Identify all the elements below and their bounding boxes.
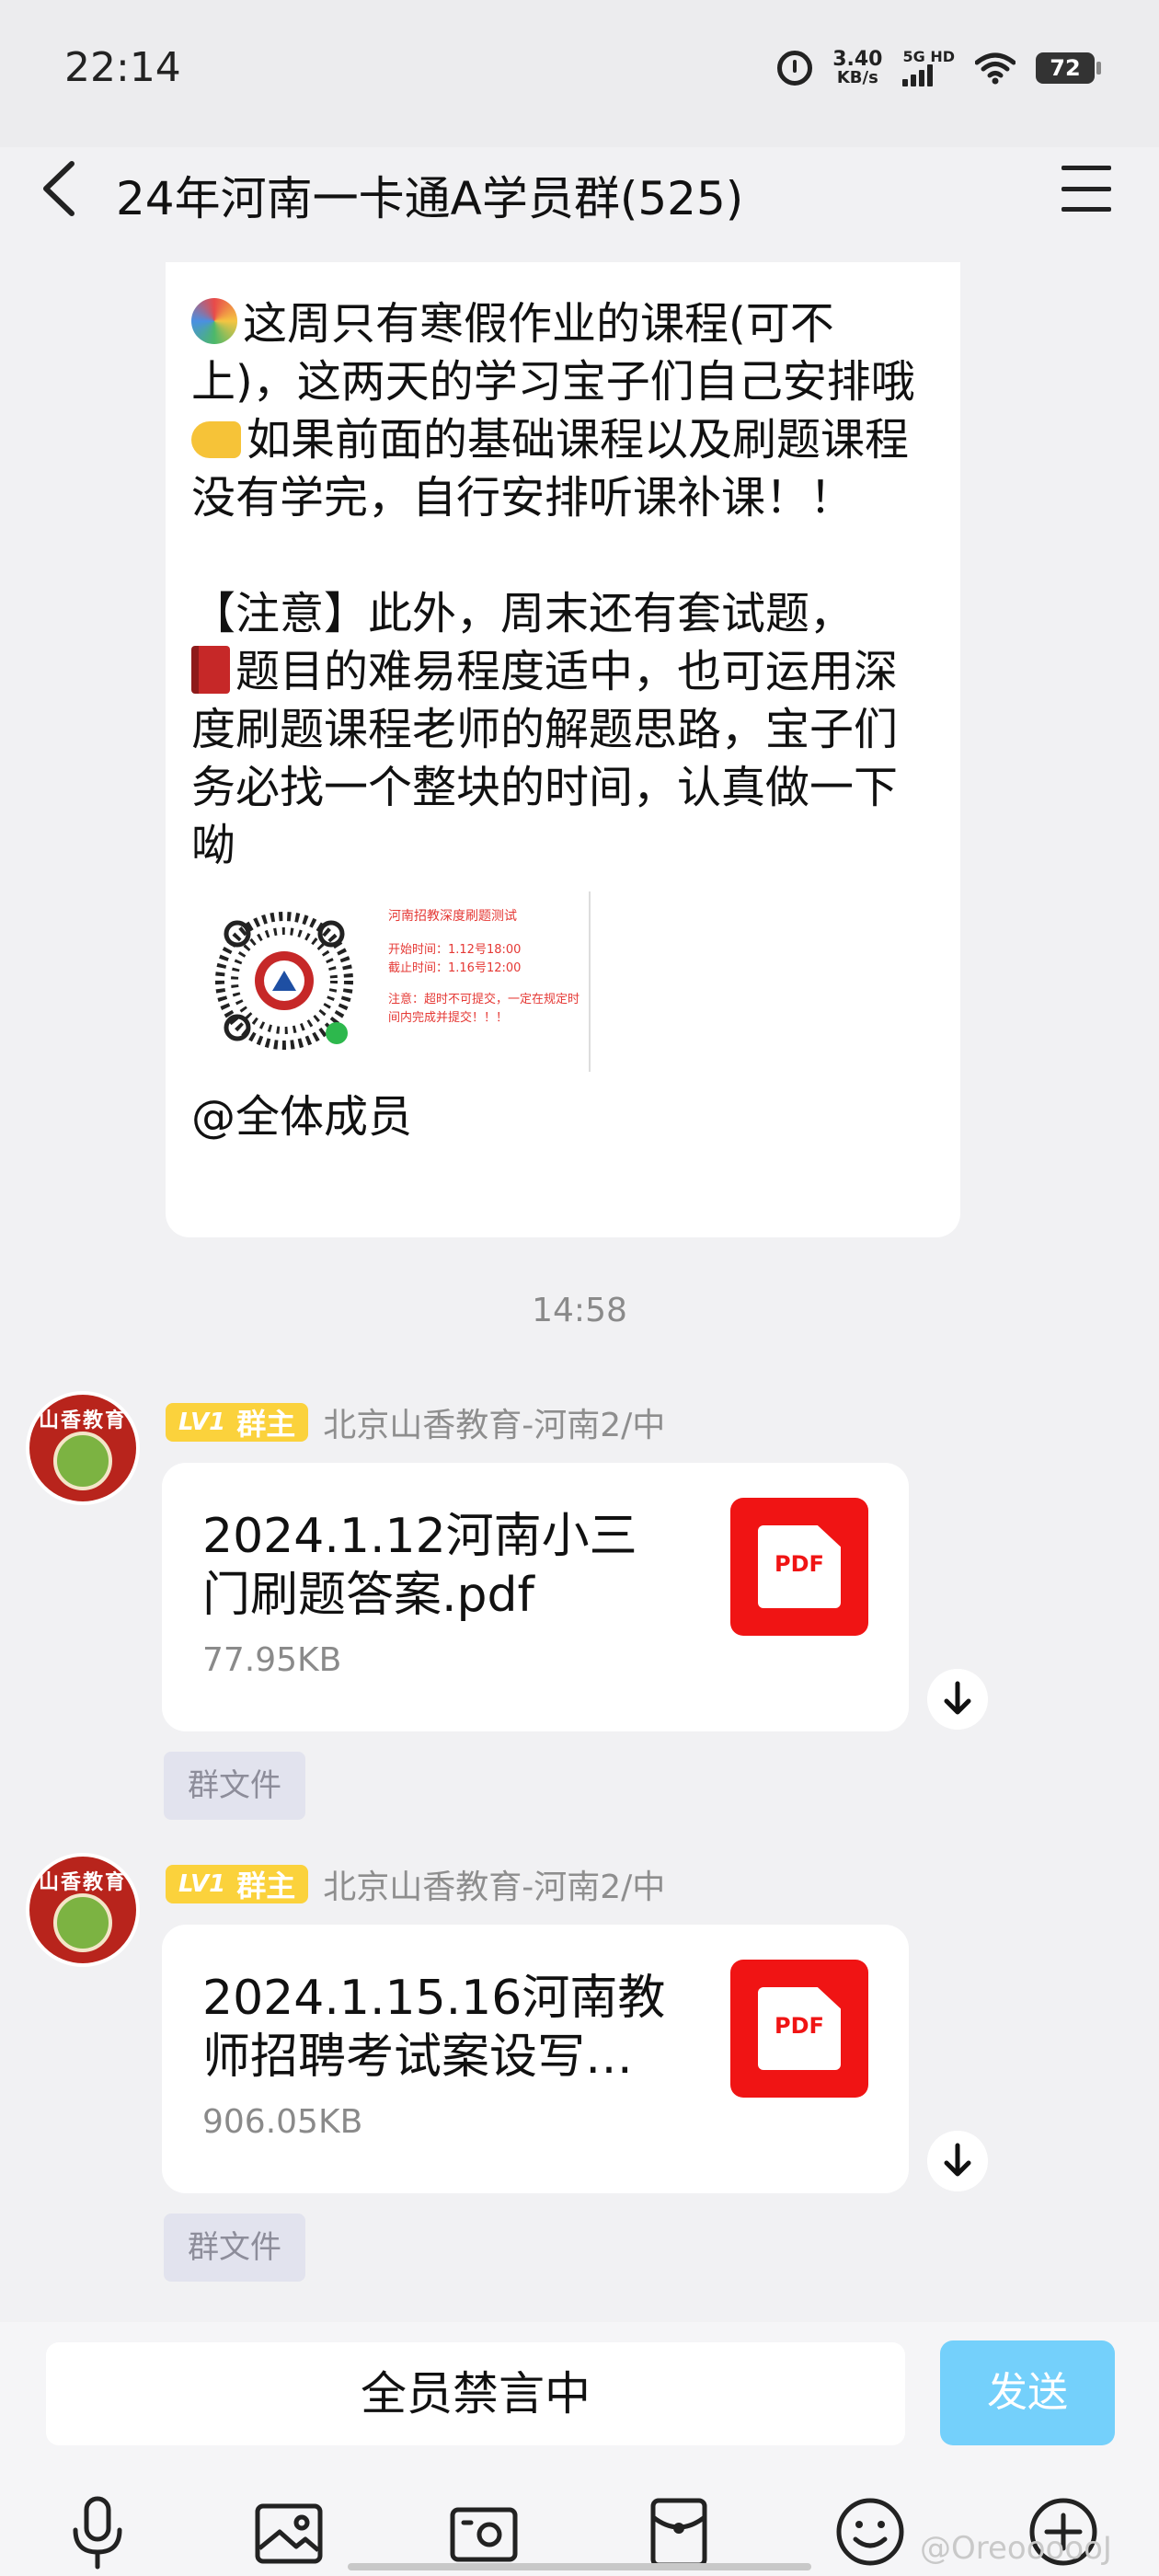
sender-name: 北京山香教育-河南2/中 — [323, 1407, 666, 1444]
group-file-tag[interactable]: 群文件 — [164, 2214, 305, 2282]
microphone-icon[interactable] — [59, 2493, 136, 2570]
message-line: 这周只有寒假作业的课程(可不上)，这两天的学习宝子们自己安排哦 — [191, 298, 915, 408]
file-name: 2024.1.12河南小三门刷题答案.pdf — [202, 1509, 637, 1623]
pdf-label: PDF — [775, 1551, 824, 1577]
level-badge: LV1 — [178, 1409, 226, 1436]
wifi-icon — [975, 52, 1016, 85]
avatar-emblem-icon — [53, 1893, 112, 1952]
battery-icon: 72 — [1036, 52, 1101, 84]
poster-note: 注意：超时不可提交，一定在规定时间内完成并提交！！！ — [388, 993, 580, 1025]
back-arrow-icon[interactable] — [35, 156, 90, 221]
group-file-tag[interactable]: 群文件 — [164, 1752, 305, 1820]
file-size: 77.95KB — [202, 1641, 342, 1679]
chat-title: 24年河南一卡通A学员群(525) — [116, 172, 744, 225]
message-paragraph: 如果前面的基础课程以及刷题课程没有学完，自行安排听课补课！！ — [191, 411, 935, 527]
chat-timestamp: 14:58 — [532, 1292, 627, 1329]
file-card[interactable]: 2024.1.12河南小三门刷题答案.pdf 77.95KB PDF — [162, 1463, 909, 1731]
sender-row: LV1 群主 北京山香教育-河南2/中 — [166, 1860, 665, 1908]
camera-icon[interactable] — [445, 2493, 522, 2570]
download-icon[interactable] — [927, 1669, 988, 1730]
message-paragraph: 题目的难易程度适中，也可运用深度刷题课程老师的解题思路，宝子们务必找一个整块的时… — [191, 643, 935, 875]
message-line: 题目的难易程度适中，也可运用深度刷题课程老师的解题思路，宝子们务必找一个整块的时… — [191, 646, 899, 871]
role-label: 群主 — [236, 1407, 296, 1442]
home-indicator[interactable] — [348, 2563, 811, 2570]
red-book-emoji-icon — [191, 646, 230, 694]
alarm-icon — [777, 51, 813, 86]
poster-image[interactable]: 河南招教深度刷题测试 开始时间：1.12号18:00 截止时间：1.16号12:… — [204, 891, 591, 1072]
pdf-label: PDF — [775, 2013, 824, 2039]
net-speed-value: 3.40 — [832, 48, 883, 71]
signal-icon — [902, 64, 934, 86]
muted-input-field[interactable]: 全员禁言中 — [46, 2342, 905, 2445]
pointing-hand-emoji-icon — [191, 421, 241, 458]
red-packet-icon[interactable] — [640, 2493, 717, 2570]
image-icon[interactable] — [250, 2493, 327, 2570]
avatar-emblem-icon — [53, 1432, 112, 1490]
avatar-text: 山香教育 — [38, 1871, 127, 1894]
sender-name: 北京山香教育-河南2/中 — [323, 1869, 666, 1906]
emoji-icon[interactable] — [832, 2493, 909, 2570]
sender-row: LV1 群主 北京山香教育-河南2/中 — [166, 1398, 665, 1446]
poster-title: 河南招教深度刷题测试 — [388, 909, 517, 924]
avatar[interactable]: 山香教育 — [26, 1391, 140, 1505]
lollipop-emoji-icon — [191, 298, 237, 344]
net-speed-unit: KB/s — [836, 68, 878, 87]
menu-icon[interactable] — [1061, 166, 1111, 212]
net-speed: 3.40 KB/s — [832, 50, 882, 86]
avatar[interactable]: 山香教育 — [26, 1853, 140, 1967]
top-bar: 22:14 3.40 KB/s 5G HD 72 24年河南一卡通A学员群(52… — [0, 0, 1159, 225]
pdf-file-icon: PDF — [730, 1498, 868, 1636]
cellular-signal: 5G HD — [902, 50, 955, 86]
watermark: @OreoooooJ — [920, 2530, 1112, 2567]
level-badge: LV1 — [178, 1870, 226, 1898]
pdf-file-icon: PDF — [730, 1960, 868, 2098]
network-label: 5G HD — [902, 48, 955, 65]
file-name: 2024.1.15.16河南教师招聘考试案设写… — [202, 1971, 666, 2085]
poster-start-time: 开始时间：1.12号18:00 — [388, 943, 522, 957]
message-bubble-announcement[interactable]: 这周只有寒假作业的课程(可不上)，这两天的学习宝子们自己安排哦 如果前面的基础课… — [166, 262, 960, 1237]
message-line: 如果前面的基础课程以及刷题课程没有学完，自行安排听课补课！！ — [191, 414, 910, 523]
status-time: 22:14 — [64, 44, 181, 91]
poster-end-time: 截止时间：1.16号12:00 — [388, 961, 522, 975]
role-label: 群主 — [236, 1869, 296, 1903]
mention-all[interactable]: @全体成员 — [191, 1088, 935, 1146]
role-badge: LV1 群主 — [166, 1403, 309, 1442]
file-card[interactable]: 2024.1.15.16河南教师招聘考试案设写… 906.05KB PDF — [162, 1925, 909, 2193]
avatar-text: 山香教育 — [38, 1409, 127, 1432]
download-icon[interactable] — [927, 2131, 988, 2191]
message-paragraph: 这周只有寒假作业的课程(可不上)，这两天的学习宝子们自己安排哦 — [191, 295, 935, 411]
message-line: 【注意】此外，周末还有套试题， — [191, 588, 855, 639]
status-icons: 3.40 KB/s 5G HD 72 — [777, 50, 1101, 86]
file-size: 906.05KB — [202, 2103, 363, 2141]
send-button[interactable]: 发送 — [940, 2340, 1115, 2445]
role-badge: LV1 群主 — [166, 1865, 309, 1903]
mini-program-qr-icon — [210, 906, 359, 1055]
